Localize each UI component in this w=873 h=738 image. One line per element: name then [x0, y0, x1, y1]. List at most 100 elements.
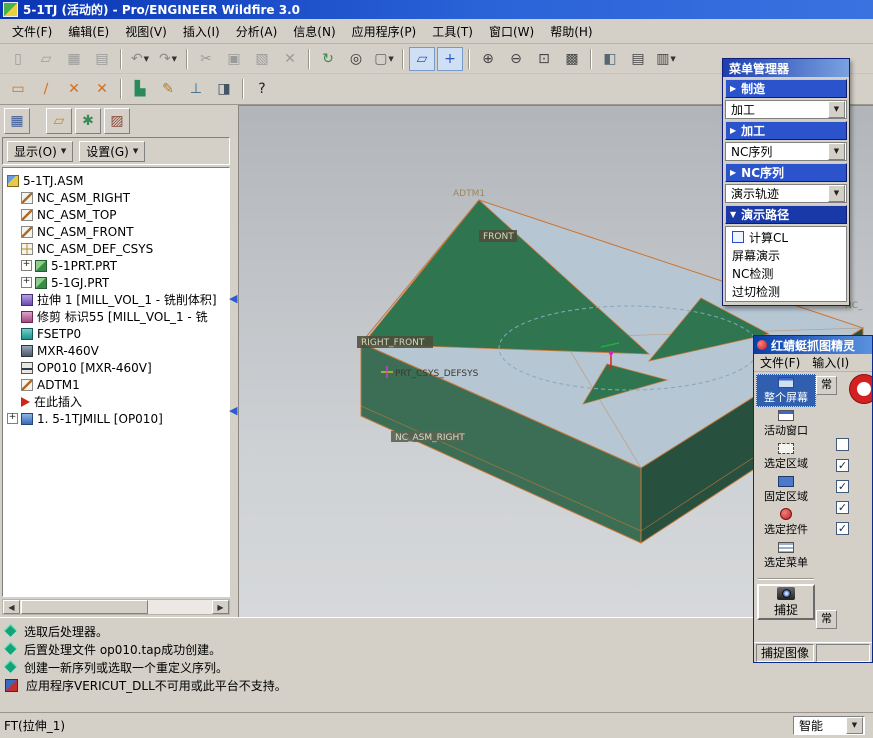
tree-item[interactable]: NC_ASM_FRONT: [3, 223, 229, 240]
capture-button[interactable]: 捕捉: [757, 584, 815, 620]
search-button[interactable]: ◎: [343, 47, 369, 71]
view-manager-button[interactable]: ▥ ▼: [653, 47, 679, 71]
capture-mode-button[interactable]: 活动窗口: [756, 407, 816, 440]
tree-item[interactable]: OP010 [MXR-460V]: [3, 359, 229, 376]
menubar-item[interactable]: 插入(I): [175, 20, 228, 43]
menu-manager-item[interactable]: 计算CL: [726, 228, 846, 246]
capture-menu-item[interactable]: 文件(F): [754, 353, 806, 372]
favorites-tab-button[interactable]: ✱: [75, 108, 101, 134]
menubar-item[interactable]: 帮助(H): [542, 20, 600, 43]
capture-mode-button[interactable]: 选定菜单: [756, 539, 816, 572]
menubar-item[interactable]: 视图(V): [117, 20, 175, 43]
expander-icon[interactable]: +: [21, 277, 32, 288]
options-tab-2[interactable]: 常: [816, 610, 837, 629]
undo-button[interactable]: ↶ ▼: [127, 47, 153, 71]
capture-titlebar[interactable]: 红蜻蜓抓图精灵: [754, 336, 872, 354]
model-tree-tab-button[interactable]: ▦: [4, 108, 30, 134]
tree-item[interactable]: FSETP0: [3, 325, 229, 342]
menu-manager-selected[interactable]: ▼ 演示路径: [725, 205, 847, 224]
capture-menu-item[interactable]: 输入(I): [806, 353, 855, 372]
menu-manager-dropdown[interactable]: 加工 ▼: [725, 100, 847, 119]
mill-button[interactable]: ◨: [211, 77, 237, 101]
tree-item[interactable]: NC_ASM_RIGHT: [3, 189, 229, 206]
menu-manager-header[interactable]: ▶ 加工: [725, 121, 847, 140]
tree-horizontal-scrollbar[interactable]: ◀ ▶: [2, 599, 230, 615]
menu-manager-item[interactable]: NC检测: [726, 264, 846, 282]
option-checkbox[interactable]: ✓: [836, 522, 849, 535]
annotate-button[interactable]: ✎: [155, 77, 181, 101]
tree-item[interactable]: 拉伸 1 [MILL_VOL_1 - 铣削体积]: [3, 291, 229, 308]
menubar-item[interactable]: 编辑(E): [60, 20, 117, 43]
zoom-out-button[interactable]: ⊖: [503, 47, 529, 71]
collapse-panel-arrow-icon[interactable]: ◀: [229, 405, 237, 416]
dropdown-arrow-icon[interactable]: ▼: [388, 55, 393, 63]
menu-manager-item[interactable]: 过切检测: [726, 282, 846, 300]
tree-item[interactable]: NC_ASM_TOP: [3, 206, 229, 223]
connections-tab-button[interactable]: ▨: [104, 108, 130, 134]
tree-item[interactable]: +5-1GJ.PRT: [3, 274, 229, 291]
option-checkbox[interactable]: ✓: [836, 501, 849, 514]
tree-item[interactable]: ADTM1: [3, 376, 229, 393]
sketch-line-button[interactable]: ∕: [33, 77, 59, 101]
capture-mode-button[interactable]: 选定区域: [756, 440, 816, 473]
csys-display-button[interactable]: +: [437, 46, 463, 71]
tree-item[interactable]: +5-1PRT.PRT: [3, 257, 229, 274]
workpiece-button[interactable]: ▙: [127, 77, 153, 101]
capture-mode-button[interactable]: 固定区域: [756, 473, 816, 506]
collapse-panel-arrow-icon[interactable]: ◀: [229, 293, 237, 304]
selection-filter-button[interactable]: ▢ ▼: [371, 47, 397, 71]
option-checkbox[interactable]: ✓: [836, 459, 849, 472]
menubar-item[interactable]: 分析(A): [228, 20, 286, 43]
layer-button[interactable]: ▤: [625, 47, 651, 71]
folder-browser-tab-button[interactable]: ▱: [46, 108, 72, 134]
datum-point-offset-button[interactable]: ✕: [89, 77, 115, 101]
smart-select-combo[interactable]: 智能 ▼: [793, 716, 865, 735]
refit-button[interactable]: ⊡: [531, 47, 557, 71]
menu-manager-dropdown[interactable]: NC序列 ▼: [725, 142, 847, 161]
scrollbar-thumb[interactable]: [21, 600, 148, 614]
cut-button[interactable]: ✂: [193, 47, 219, 71]
expander-icon[interactable]: +: [21, 260, 32, 271]
dropdown-arrow-icon[interactable]: ▼: [144, 55, 149, 63]
capture-mode-button[interactable]: 整个屏幕: [756, 374, 816, 407]
tree-item[interactable]: 5-1TJ.ASM: [3, 172, 229, 189]
menubar-item[interactable]: 文件(F): [4, 20, 60, 43]
new-file-button[interactable]: ▯: [5, 47, 31, 71]
zoom-in-button[interactable]: ⊕: [475, 47, 501, 71]
capture-mode-button[interactable]: 选定控件: [756, 506, 816, 539]
option-checkbox[interactable]: [836, 438, 849, 451]
options-tab[interactable]: 常: [816, 376, 837, 395]
shade-button[interactable]: ◧: [597, 47, 623, 71]
menubar-item[interactable]: 信息(N): [285, 20, 343, 43]
redo-button[interactable]: ↷ ▼: [155, 47, 181, 71]
datum-point-button[interactable]: ✕: [61, 77, 87, 101]
tree-item[interactable]: MXR-460V: [3, 342, 229, 359]
show-dropdown-button[interactable]: 显示(O) ▼: [7, 140, 74, 162]
scroll-left-button[interactable]: ◀: [3, 600, 20, 614]
tree-item[interactable]: 修剪 标识55 [MILL_VOL_1 - 铣: [3, 308, 229, 325]
menubar-item[interactable]: 工具(T): [424, 20, 481, 43]
dropdown-arrow-icon[interactable]: ▼: [670, 55, 675, 63]
menu-manager-header[interactable]: ▶ NC序列: [725, 163, 847, 182]
expander-icon[interactable]: +: [7, 413, 18, 424]
paste-button[interactable]: ▧: [249, 47, 275, 71]
sketch-region-button[interactable]: ▭: [5, 77, 31, 101]
nc-check-button[interactable]: ⊥: [183, 77, 209, 101]
copy-button[interactable]: ▣: [221, 47, 247, 71]
record-button[interactable]: [850, 375, 872, 403]
save-button[interactable]: ▦: [61, 47, 87, 71]
dropdown-arrow-icon[interactable]: ▼: [172, 55, 177, 63]
menu-manager-item[interactable]: 屏幕演示: [726, 246, 846, 264]
scroll-right-button[interactable]: ▶: [212, 600, 229, 614]
regenerate-button[interactable]: ↻: [315, 47, 341, 71]
tree-item[interactable]: 在此插入: [3, 393, 229, 410]
context-help-button[interactable]: ?: [249, 77, 275, 101]
menubar-item[interactable]: 应用程序(P): [344, 20, 425, 43]
datum-display-button[interactable]: ▱: [409, 46, 435, 71]
open-folder-button[interactable]: ▱: [33, 47, 59, 71]
menu-manager-titlebar[interactable]: 菜单管理器: [723, 59, 849, 77]
print-button[interactable]: ▤: [89, 47, 115, 71]
settings-dropdown-button[interactable]: 设置(G) ▼: [79, 140, 146, 162]
tree-item[interactable]: NC_ASM_DEF_CSYS: [3, 240, 229, 257]
menubar-item[interactable]: 窗口(W): [481, 20, 542, 43]
